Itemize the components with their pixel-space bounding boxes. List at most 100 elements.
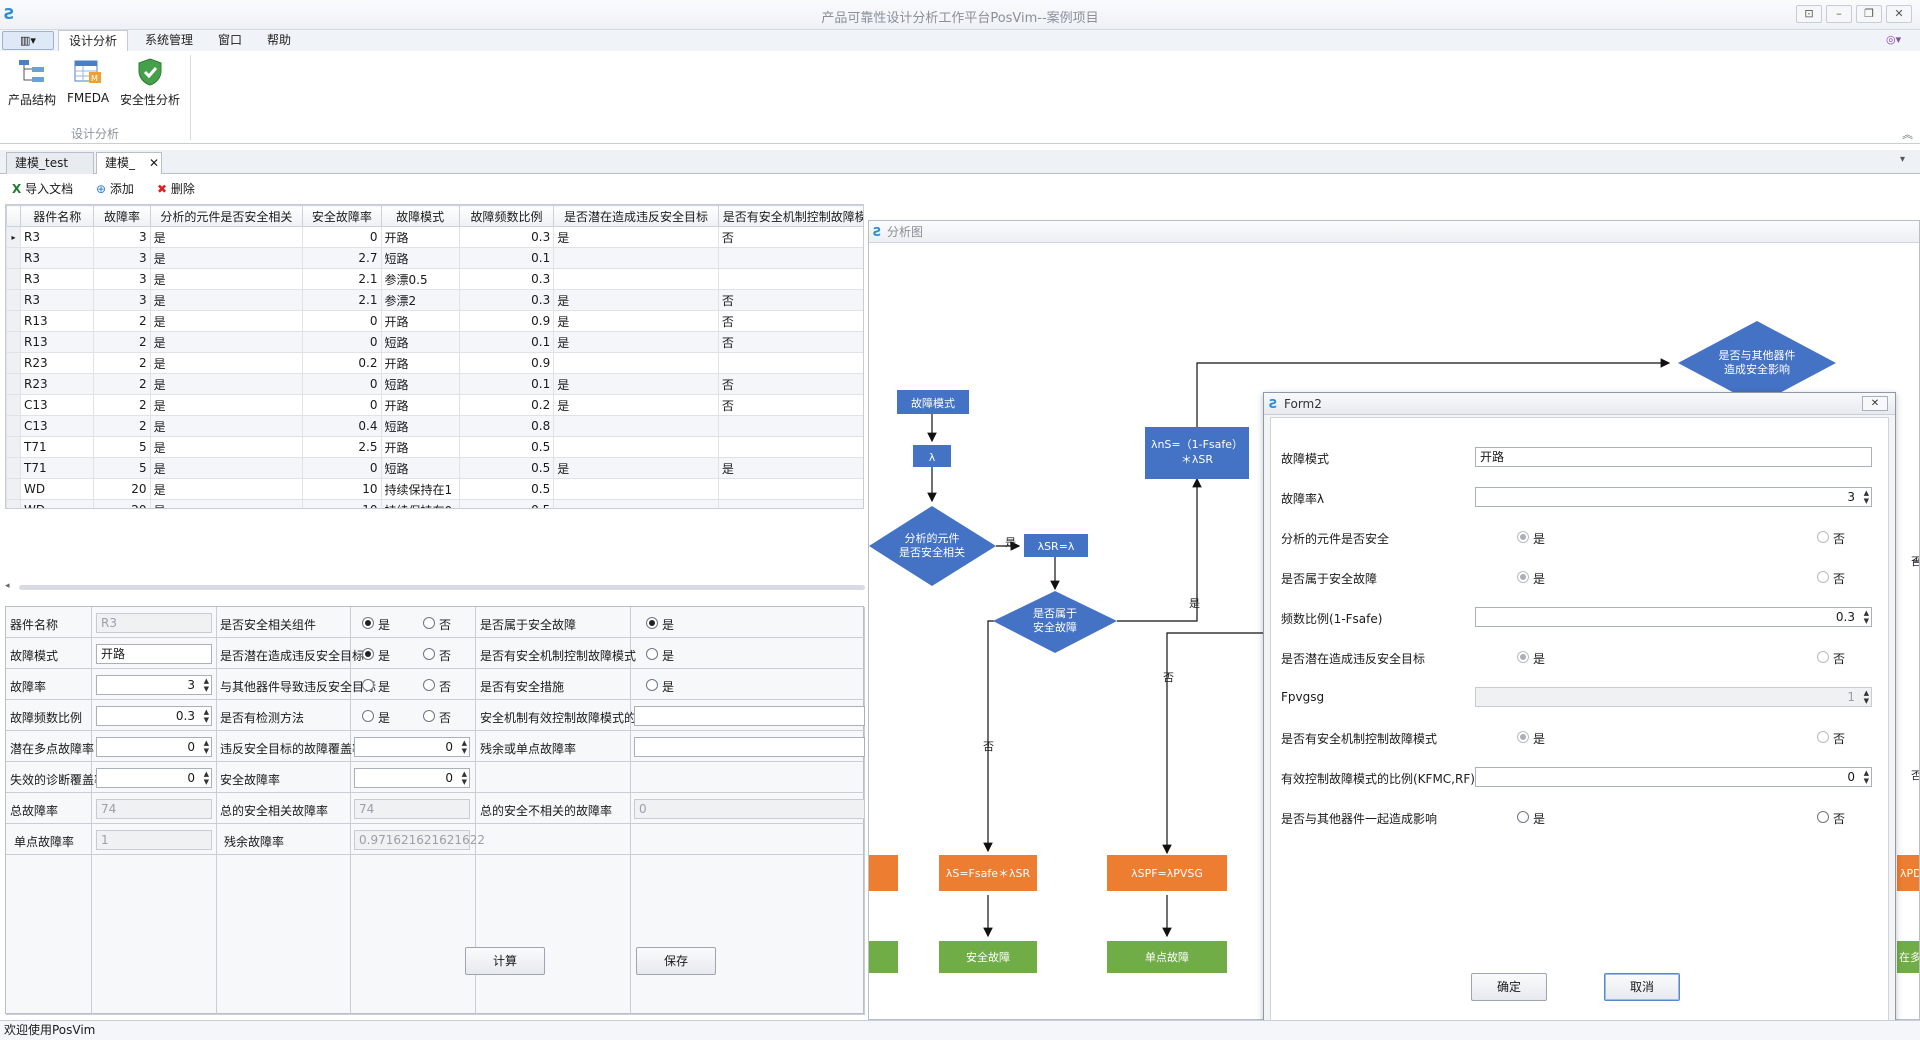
safety-analysis-button[interactable]: 安全性分析 — [116, 57, 184, 117]
row-indicator[interactable] — [6, 457, 22, 479]
spin-icon[interactable]: ▲ ▼ — [1864, 609, 1869, 625]
table-cell[interactable]: 是 — [717, 457, 863, 479]
table-cell[interactable] — [717, 247, 863, 269]
menu-help[interactable]: 帮助 — [257, 30, 301, 51]
residual-input[interactable] — [634, 737, 865, 757]
row-indicator[interactable] — [6, 478, 22, 500]
table-cell[interactable]: 0.9 — [458, 310, 555, 332]
form2-violate-goal-no[interactable] — [1817, 651, 1829, 663]
save-button[interactable]: 保存 — [636, 947, 716, 975]
table-cell[interactable]: 是 — [149, 436, 304, 458]
spf-input[interactable]: 1 — [96, 830, 212, 850]
table-cell[interactable]: 0.3 — [458, 289, 555, 311]
form2-fault-mode-input[interactable]: 开路 — [1475, 447, 1872, 467]
calculate-button[interactable]: 计算 — [465, 947, 545, 975]
table-cell[interactable]: 20 — [93, 478, 151, 500]
table-cell[interactable]: R3 — [20, 289, 95, 311]
table-cell[interactable] — [553, 499, 719, 508]
form2-ratio-input[interactable]: 0.3 ▲ ▼ — [1475, 607, 1872, 627]
detect-yes[interactable] — [362, 710, 374, 722]
form2-safety-related-no[interactable] — [1817, 531, 1829, 543]
mech-ratio-input[interactable] — [634, 706, 865, 726]
device-name-input[interactable]: R3 — [96, 613, 212, 633]
node-orange-left[interactable] — [869, 855, 898, 891]
row-indicator[interactable] — [6, 436, 22, 458]
table-cell[interactable]: 3 — [93, 247, 151, 269]
menu-window[interactable]: 窗口 — [208, 30, 252, 51]
table-cell[interactable]: 2 — [93, 331, 151, 353]
fault-mode-input[interactable]: 开路 — [96, 644, 212, 664]
delete-button[interactable]: ✖ 删除 — [157, 180, 195, 198]
table-cell[interactable]: 0.2 — [302, 352, 382, 374]
grid-column-header[interactable]: 是否潜在造成违反安全目标 — [553, 205, 719, 227]
table-cell[interactable]: 是 — [149, 499, 304, 508]
detect-no[interactable] — [423, 710, 435, 722]
table-cell[interactable]: 短路 — [380, 247, 460, 269]
node-green-left[interactable] — [869, 941, 898, 973]
safety-component-no[interactable] — [423, 617, 435, 629]
table-cell[interactable]: R23 — [20, 352, 95, 374]
table-row[interactable]: R3 3 是 2.1 参漂0.5 0.3 — [6, 268, 863, 290]
table-cell[interactable]: 是 — [149, 247, 304, 269]
table-cell[interactable]: 持续保持在1 — [380, 478, 460, 500]
violate-goal-no[interactable] — [423, 648, 435, 660]
table-cell[interactable] — [717, 268, 863, 290]
form2-other-device-yes[interactable] — [1517, 811, 1529, 823]
spin-icon[interactable]: ▲ ▼ — [204, 770, 209, 786]
table-cell[interactable]: T71 — [20, 457, 95, 479]
table-cell[interactable]: 10 — [302, 499, 382, 508]
table-cell[interactable]: 是 — [149, 310, 304, 332]
form2-cancel-button[interactable]: 取消 — [1604, 973, 1680, 1001]
violate-goal-yes[interactable] — [362, 648, 374, 660]
table-row[interactable]: R23 2 是 0.2 开路 0.9 — [6, 352, 863, 374]
other-device-yes[interactable] — [362, 679, 374, 691]
table-cell[interactable]: 5 — [93, 457, 151, 479]
collapse-ribbon-icon[interactable]: ︽ — [1902, 126, 1913, 142]
row-indicator[interactable] — [6, 247, 22, 269]
form2-mechanism-yes[interactable] — [1517, 731, 1529, 743]
menu-system[interactable]: 系统管理 — [135, 30, 203, 51]
table-cell[interactable] — [717, 436, 863, 458]
residual-rate-input[interactable]: 0.971621621621622 — [354, 830, 485, 850]
product-structure-button[interactable]: 产品结构 — [4, 57, 60, 117]
table-cell[interactable]: 0.1 — [458, 331, 555, 353]
table-cell[interactable] — [553, 268, 719, 290]
table-cell[interactable]: 持续保持在0 — [380, 499, 460, 508]
table-cell[interactable]: 是 — [149, 268, 304, 290]
table-cell[interactable]: 否 — [717, 226, 863, 248]
table-cell[interactable]: 是 — [553, 331, 719, 353]
scroll-thumb[interactable] — [19, 585, 865, 590]
form2-safe-fault-yes[interactable] — [1517, 571, 1529, 583]
table-cell[interactable]: 3 — [93, 226, 151, 248]
table-cell[interactable]: 0 — [302, 373, 382, 395]
grid-column-header[interactable]: 故障模式 — [380, 205, 460, 227]
table-cell[interactable]: 0.3 — [458, 226, 555, 248]
table-cell[interactable]: 2.1 — [302, 268, 382, 290]
spin-icon[interactable]: ▲ ▼ — [1864, 769, 1869, 785]
table-cell[interactable]: 0.5 — [458, 436, 555, 458]
row-indicator[interactable] — [6, 394, 22, 416]
maximize-button[interactable]: ❐ — [1856, 5, 1882, 23]
latent-input[interactable]: 0 ▲ ▼ — [96, 737, 212, 757]
row-indicator[interactable] — [6, 289, 22, 311]
table-cell[interactable]: 是 — [553, 457, 719, 479]
tab-model[interactable]: 建模_ ✕ — [96, 152, 162, 174]
table-cell[interactable]: 0 — [302, 226, 382, 248]
table-cell[interactable]: 2.1 — [302, 289, 382, 311]
grid-column-header[interactable]: 故障频数比例 — [458, 205, 555, 227]
table-cell[interactable]: 是 — [553, 226, 719, 248]
form2-violate-goal-yes[interactable] — [1517, 651, 1529, 663]
fmeda-button[interactable]: M FMEDA — [64, 57, 112, 117]
tab-model-test[interactable]: 建模_test — [6, 152, 94, 174]
table-cell[interactable] — [553, 478, 719, 500]
table-cell[interactable]: 0 — [302, 394, 382, 416]
grid-column-header[interactable]: 分析的元件是否安全相关 — [149, 205, 304, 227]
table-cell[interactable]: 3 — [93, 289, 151, 311]
table-cell[interactable]: 0.5 — [458, 478, 555, 500]
table-cell[interactable]: WD — [20, 499, 95, 508]
table-row[interactable]: ▸ R3 3 是 0 开路 0.3 是否 — [6, 226, 863, 248]
table-cell[interactable]: 0.5 — [458, 457, 555, 479]
table-cell[interactable]: 短路 — [380, 331, 460, 353]
table-cell[interactable]: 2.7 — [302, 247, 382, 269]
grid-horizontal-scrollbar[interactable]: ◂ — [5, 581, 865, 591]
